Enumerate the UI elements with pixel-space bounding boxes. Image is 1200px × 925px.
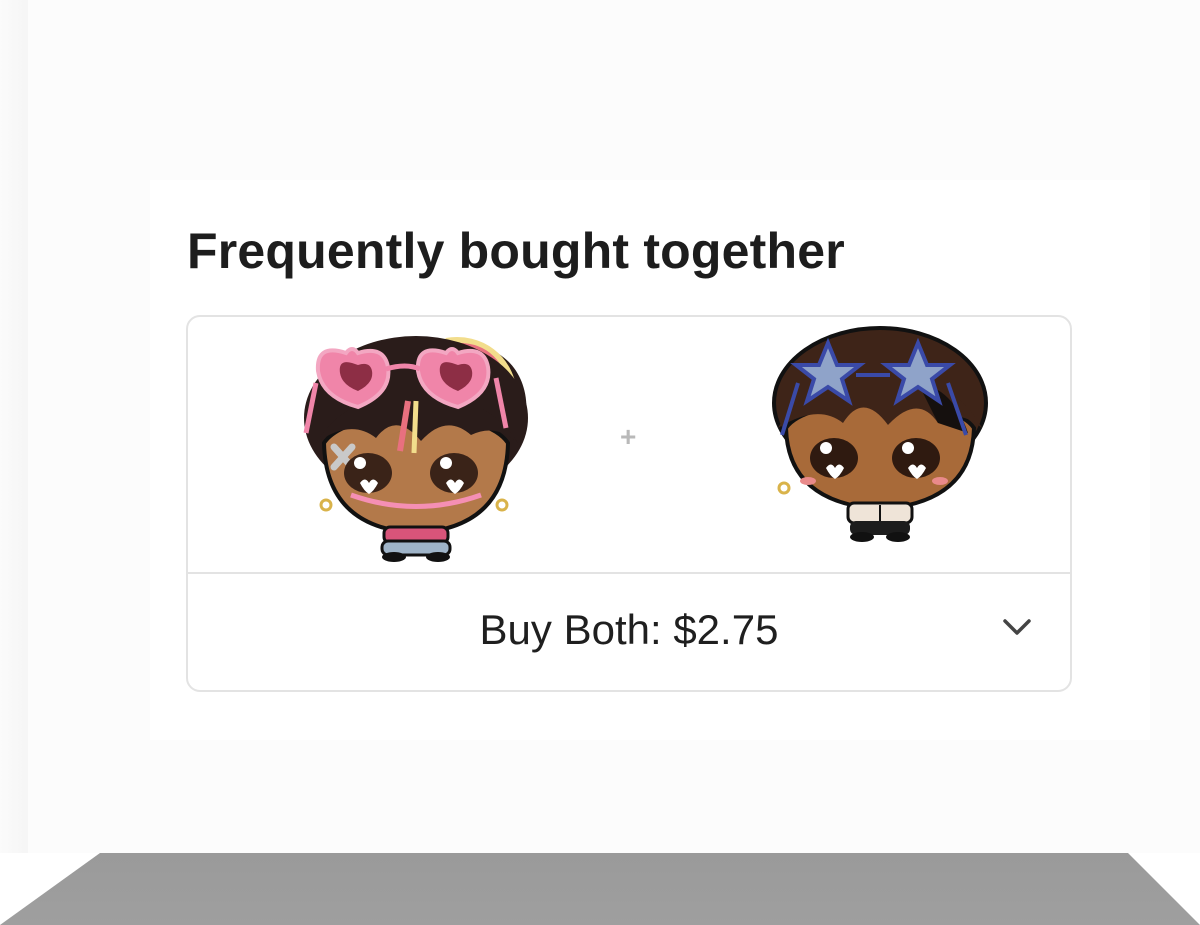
frame-left-edge — [0, 0, 30, 925]
chibi-pink-heart-glasses-image — [303, 336, 528, 562]
frame-bottom-left-corner — [0, 853, 100, 925]
buy-both-button[interactable]: Buy Both: $2.75 — [188, 574, 1070, 690]
section-title: Frequently bought together — [187, 223, 845, 279]
frame-bottom-right-corner — [1128, 853, 1200, 925]
chevron-down-icon[interactable] — [1002, 618, 1032, 638]
plus-sign: + — [620, 421, 637, 452]
buy-both-label: Buy Both: $2.75 — [479, 606, 779, 653]
chibi-blue-star-glasses-image — [772, 326, 988, 542]
frame-bottom-edge — [0, 853, 1200, 925]
product-image-1[interactable] — [296, 323, 546, 563]
product-image-2[interactable] — [768, 323, 993, 553]
bundle-card: + Buy Both: $2.75 — [186, 315, 1072, 692]
